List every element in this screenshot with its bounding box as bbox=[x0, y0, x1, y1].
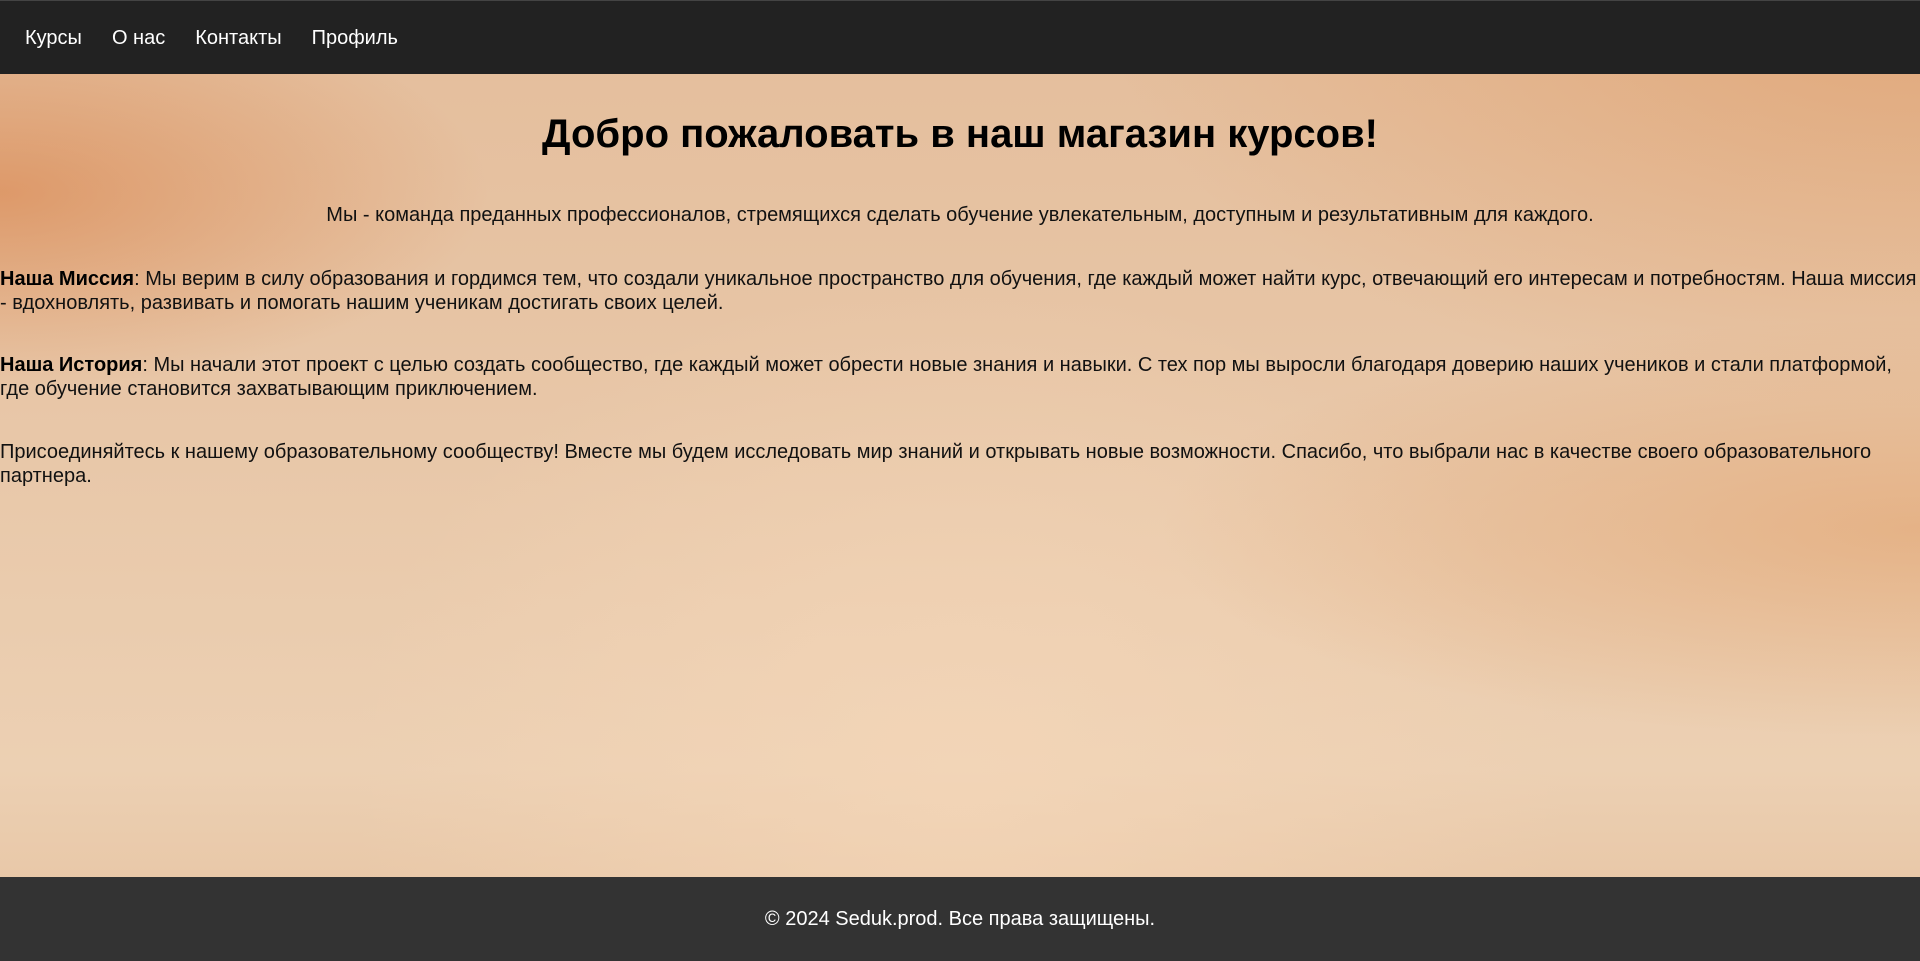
join-paragraph: Присоединяйтесь к нашему образовательном… bbox=[0, 441, 1872, 487]
mission-paragraph: Наша Миссия: Мы верим в силу образования… bbox=[0, 267, 1920, 315]
nav-link-courses[interactable]: Курсы bbox=[25, 28, 82, 48]
nav-link-contacts[interactable]: Контакты bbox=[195, 28, 281, 48]
top-navbar: Курсы О нас Контакты Профиль bbox=[0, 0, 1920, 74]
nav-link-profile[interactable]: Профиль bbox=[312, 28, 398, 48]
mission-heading: Наша Миссия bbox=[0, 268, 135, 290]
history-heading: Наша История bbox=[0, 354, 143, 376]
page-title: Добро пожаловать в наш магазин курсов! bbox=[542, 112, 1378, 156]
history-text: : Мы начали этот проект с целью создать … bbox=[0, 354, 1892, 400]
footer: © 2024 Seduk.prod. Все права защищены. bbox=[0, 877, 1920, 961]
copyright-text: © 2024 Seduk.prod. Все права защищены. bbox=[764, 907, 1156, 930]
nav-link-about[interactable]: О нас bbox=[112, 28, 165, 48]
intro-text: Мы - команда преданных профессионалов, с… bbox=[326, 204, 1594, 226]
mission-text: : Мы верим в силу образования и гордимся… bbox=[0, 268, 1917, 314]
history-paragraph: Наша История: Мы начали этот проект с це… bbox=[0, 353, 1920, 401]
